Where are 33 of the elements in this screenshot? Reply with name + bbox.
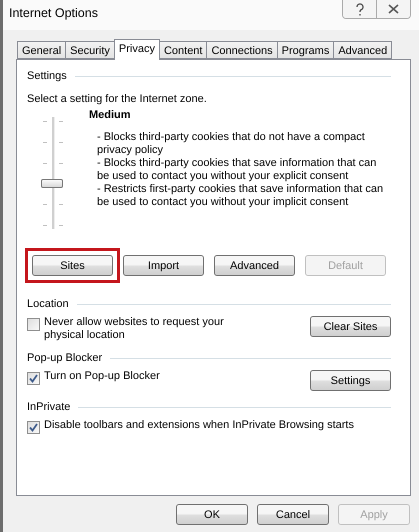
tab[interactable]: General	[17, 41, 66, 59]
level-name: Medium	[89, 109, 132, 121]
tab[interactable]: Advanced	[333, 41, 392, 59]
dialog-button[interactable]: Advanced	[214, 255, 295, 276]
close-icon[interactable]	[388, 4, 399, 14]
description-text: - Blocks third-party cookies that do not have a compact privacy policy	[97, 131, 366, 157]
dialog-button[interactable]: Clear Sites	[310, 316, 391, 337]
dialog-button[interactable]: Import	[123, 255, 204, 276]
window-title: Internet Options	[9, 6, 98, 20]
checkbox[interactable]	[27, 372, 40, 385]
tab[interactable]: Content	[158, 41, 208, 59]
dialog-button[interactable]: OK	[176, 504, 248, 525]
prompt-text: Select a setting for the Internet zone.	[27, 93, 208, 105]
description-text: - Blocks third-party cookies that save information that can be used to contact you without your explicit consent	[97, 157, 378, 183]
section-heading: InPrivate	[27, 401, 70, 413]
checkbox[interactable]	[27, 421, 40, 434]
description-text: - Restricts first-party cookies that save information that can be used to contact you without your implicit consent	[97, 183, 384, 209]
section-heading: Pop-up Blocker	[27, 352, 102, 364]
dialog-button[interactable]: Cancel	[257, 504, 329, 525]
dialog-button[interactable]: Sites	[32, 255, 113, 276]
tab[interactable]: Privacy	[114, 39, 160, 60]
tab[interactable]: Security	[65, 41, 115, 59]
slider-thumb[interactable]	[41, 179, 63, 188]
checkbox-label: Turn on Pop-up Blocker	[44, 370, 160, 383]
checkbox[interactable]	[27, 318, 40, 331]
section-heading: Settings	[27, 70, 67, 82]
section-heading: Location	[27, 298, 69, 310]
dialog-button[interactable]: Settings	[310, 370, 391, 391]
tab[interactable]: Programs	[276, 41, 334, 59]
checkbox-label: Disable toolbars and extensions when InPrivate Browsing starts	[44, 419, 354, 432]
checkbox-label: Never allow websites to request your physical location	[44, 316, 225, 342]
help-icon[interactable]	[354, 2, 364, 16]
tab[interactable]: Connections	[206, 41, 278, 59]
